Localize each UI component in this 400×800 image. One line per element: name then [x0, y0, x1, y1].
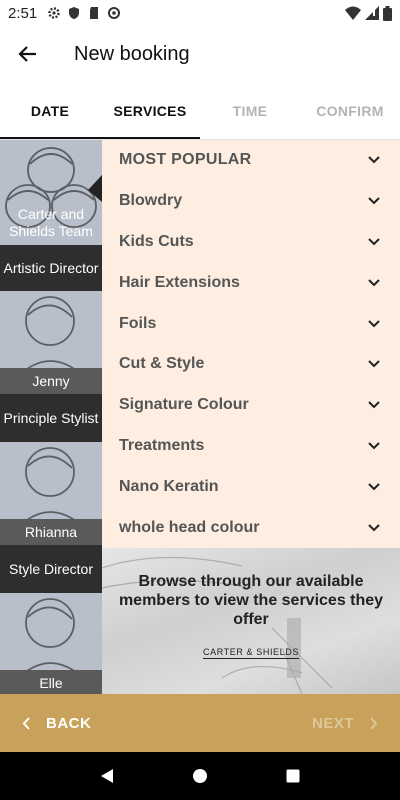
service-category[interactable]: Kids Cuts — [102, 222, 400, 263]
shield-icon — [69, 7, 80, 19]
battery-icon — [383, 5, 392, 21]
service-category-label: Kids Cuts — [119, 232, 194, 250]
promo-panel: Browse through our available members to … — [102, 548, 400, 694]
chevron-down-icon — [368, 238, 380, 246]
chevron-down-icon — [368, 197, 380, 205]
signal-icon — [365, 6, 379, 20]
back-button[interactable] — [0, 26, 56, 82]
service-category-label: Signature Colour — [119, 396, 249, 414]
sync-icon — [108, 7, 121, 19]
chevron-left-icon — [22, 716, 30, 730]
service-category-label: MOST POPULAR — [119, 151, 252, 169]
service-category-label: Hair Extensions — [119, 273, 240, 291]
staff-name-band: Elle — [0, 670, 102, 694]
staff-name-line: Carter and Shields Team — [9, 206, 93, 239]
staff-name: Elle — [39, 675, 63, 691]
staff-role: Style Director — [0, 545, 102, 593]
staff-name-band: Jenny — [0, 368, 102, 394]
staff-name: Carter and Shields Team — [0, 206, 102, 240]
next-step-button[interactable]: NEXT — [312, 715, 378, 732]
staff-name-band: Rhianna — [0, 519, 102, 545]
tab-confirm[interactable]: CONFIRM — [300, 82, 400, 139]
chevron-down-icon — [368, 360, 380, 368]
back-step-label: BACK — [46, 714, 92, 732]
back-step-button[interactable]: BACK — [22, 715, 91, 732]
tab-services[interactable]: SERVICES — [100, 82, 200, 139]
app-bar: New booking — [0, 26, 400, 82]
service-category-most-popular[interactable]: MOST POPULAR — [102, 140, 400, 181]
status-time: 2:51 — [8, 4, 38, 22]
booking-content: Carter and Shields Team Artistic Directo… — [0, 140, 400, 694]
service-category-label: Treatments — [119, 436, 205, 454]
tab-bar: DATE SERVICES TIME CONFIRM — [0, 82, 400, 140]
service-category-label: Cut & Style — [119, 355, 205, 373]
chevron-down-icon — [368, 156, 380, 164]
service-category-label: Nano Keratin — [119, 477, 219, 495]
staff-role: Artistic Director — [0, 245, 102, 291]
staff-role: Principle Stylist — [0, 394, 102, 442]
nav-recents-icon[interactable] — [285, 768, 301, 784]
nav-back-icon[interactable] — [99, 768, 115, 784]
arrow-left-icon — [18, 46, 36, 62]
staff-item-jenny[interactable]: Jenny Principle Stylist — [0, 291, 102, 442]
service-category-label: whole head colour — [119, 518, 260, 536]
promo-message: Browse through our available members to … — [118, 573, 384, 628]
service-category[interactable]: Signature Colour — [102, 385, 400, 426]
settings-icon — [48, 7, 60, 19]
staff-item-team[interactable]: Carter and Shields Team Artistic Directo… — [0, 140, 102, 291]
services-list: MOST POPULAR Blowdry Kids Cuts Hair Exte… — [102, 140, 400, 548]
brand-logo: CARTER & SHIELDS — [102, 647, 400, 659]
chevron-down-icon — [368, 279, 380, 287]
sd-card-icon — [90, 7, 99, 19]
service-category[interactable]: whole head colour — [102, 507, 400, 548]
chevron-down-icon — [368, 523, 380, 531]
tab-time[interactable]: TIME — [200, 82, 300, 139]
staff-item-rhianna[interactable]: Rhianna Style Director — [0, 442, 102, 593]
staff-item-elle[interactable]: Elle — [0, 593, 102, 694]
staff-list: Carter and Shields Team Artistic Directo… — [0, 140, 102, 694]
chevron-down-icon — [368, 483, 380, 491]
chevron-down-icon — [368, 319, 380, 327]
service-category[interactable]: Blowdry — [102, 181, 400, 222]
service-category[interactable]: Cut & Style — [102, 344, 400, 385]
system-nav-bar — [0, 752, 400, 800]
tab-indicator — [0, 137, 200, 139]
service-category[interactable]: Nano Keratin — [102, 466, 400, 507]
brand-logo-text: CARTER & SHIELDS — [203, 647, 299, 659]
service-category[interactable]: Hair Extensions — [102, 262, 400, 303]
service-category-label: Foils — [119, 314, 157, 332]
status-bar: 2:51 — [0, 0, 400, 26]
chevron-right-icon — [370, 716, 378, 730]
service-category-label: Blowdry — [119, 192, 183, 210]
tab-date[interactable]: DATE — [0, 82, 100, 139]
next-step-label: NEXT — [311, 714, 354, 732]
wifi-icon — [345, 6, 361, 20]
chevron-down-icon — [368, 442, 380, 450]
service-category[interactable]: Treatments — [102, 426, 400, 467]
chevron-down-icon — [368, 401, 380, 409]
booking-footer: BACK NEXT — [0, 694, 400, 752]
staff-name: Jenny — [32, 373, 70, 389]
page-title: New booking — [74, 42, 190, 65]
service-category[interactable]: Foils — [102, 303, 400, 344]
nav-home-icon[interactable] — [192, 768, 208, 784]
staff-name: Rhianna — [24, 524, 78, 540]
